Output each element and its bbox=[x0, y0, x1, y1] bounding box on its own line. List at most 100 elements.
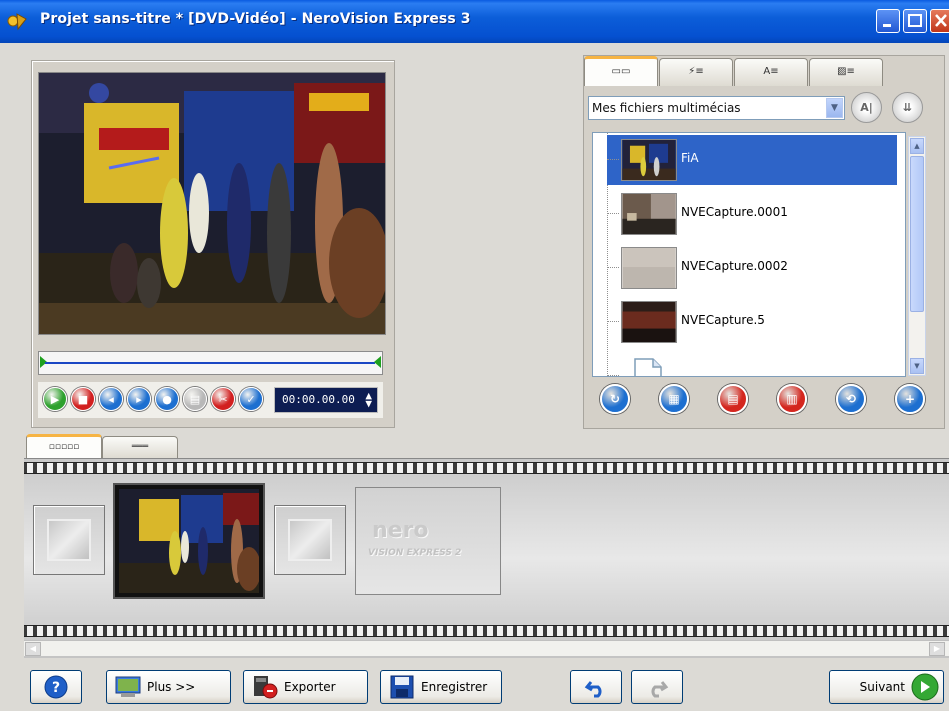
redo-button[interactable] bbox=[631, 670, 683, 704]
maximize-button[interactable] bbox=[903, 9, 927, 33]
tab-storyboard[interactable]: ▫▫▫▫▫ bbox=[26, 434, 102, 458]
film-tab-icon: ▭▭ bbox=[611, 66, 631, 77]
list-item[interactable]: NVECapture.5 bbox=[607, 297, 897, 347]
redo-icon bbox=[651, 681, 669, 698]
application-window: Projet sans-titre * [DVD-Vidéo] - NeroVi… bbox=[0, 0, 949, 711]
media-source-select[interactable]: Mes fichiers multimécias ▼ bbox=[588, 96, 845, 120]
video-preview[interactable] bbox=[38, 72, 386, 335]
tree-connector bbox=[607, 159, 619, 160]
export-button-label: Exporter bbox=[284, 680, 336, 694]
sort-alpha-button[interactable]: A| bbox=[851, 92, 882, 123]
media-action-2-icon: ▦ bbox=[668, 392, 680, 406]
playback-controls: 00:00.00.00 ▲ ▼ ▶ ■ ◂ ▸ ● ▤ ✂ ✓ bbox=[38, 382, 383, 418]
tree-connector bbox=[607, 213, 619, 214]
timeline-view-icon: ═══ bbox=[131, 442, 149, 452]
help-icon: ? bbox=[44, 675, 68, 699]
list-item[interactable]: FiA bbox=[607, 135, 897, 185]
previous-frame-icon: ◂ bbox=[108, 392, 114, 406]
scroll-down-icon[interactable]: ▼ bbox=[910, 358, 924, 374]
media-options-button[interactable]: ⇊ bbox=[892, 92, 923, 123]
media-action-5-button[interactable]: ⟲ bbox=[836, 384, 866, 414]
tab-transitions[interactable]: ▨≡ bbox=[809, 58, 883, 86]
storyboard-view-icon: ▫▫▫▫▫ bbox=[48, 442, 80, 452]
media-source-value: Mes fichiers multimécias bbox=[592, 101, 741, 115]
minimize-button[interactable] bbox=[876, 9, 900, 33]
seek-bar[interactable] bbox=[38, 351, 383, 375]
timecode-value: 00:00.00.00 bbox=[282, 393, 355, 406]
next-button-label: Suivant bbox=[859, 680, 905, 694]
more-button[interactable]: Plus >> bbox=[106, 670, 231, 704]
transition-slot[interactable] bbox=[274, 505, 346, 575]
svg-text:?: ? bbox=[52, 680, 60, 696]
clip-thumbnail bbox=[119, 489, 261, 593]
close-button[interactable] bbox=[930, 9, 949, 33]
media-actions: ↻ ▦ ▤ ▥ ⟲ + bbox=[590, 382, 938, 424]
cut-button[interactable]: ✂ bbox=[211, 387, 235, 411]
tree-connector bbox=[607, 267, 619, 268]
storyboard-tabs: ▫▫▫▫▫ ═══ bbox=[22, 434, 222, 458]
save-button-label: Enregistrer bbox=[421, 680, 488, 694]
undo-button[interactable] bbox=[570, 670, 622, 704]
media-file-list[interactable]: FiA NVECapture.0001 NVECapture.0002 NVEC… bbox=[592, 132, 906, 377]
undo-icon bbox=[584, 681, 602, 698]
horizontal-scrollbar[interactable]: ◀ ▶ bbox=[24, 640, 949, 656]
more-button-label: Plus >> bbox=[147, 680, 196, 694]
arrow-right-icon bbox=[911, 673, 939, 701]
list-item[interactable]: NVECapture.0001 bbox=[607, 189, 897, 239]
list-item[interactable]: NVECapture.0002 bbox=[607, 243, 897, 293]
storyboard-area[interactable]: nero VISION EXPRESS 2 bbox=[24, 458, 949, 658]
nero-logo: nero bbox=[372, 518, 429, 543]
tab-timeline[interactable]: ═══ bbox=[102, 436, 178, 458]
options-icon: ⇊ bbox=[902, 101, 913, 114]
media-thumbnail bbox=[621, 301, 677, 343]
confirm-button[interactable]: ✓ bbox=[239, 387, 263, 411]
storyboard-clip[interactable] bbox=[113, 483, 265, 599]
tab-effects[interactable]: ⚡≡ bbox=[659, 58, 733, 86]
media-action-6-button[interactable]: + bbox=[895, 384, 925, 414]
empty-clip-slot[interactable]: nero VISION EXPRESS 2 bbox=[355, 487, 501, 595]
next-button[interactable]: Suivant bbox=[829, 670, 944, 704]
scroll-right-icon[interactable]: ▶ bbox=[929, 642, 945, 656]
scroll-left-icon[interactable]: ◀ bbox=[25, 642, 41, 656]
previous-frame-button[interactable]: ◂ bbox=[99, 387, 123, 411]
chevron-down-icon[interactable]: ▼ bbox=[826, 98, 843, 118]
effects-tab-icon: ⚡≡ bbox=[688, 66, 704, 77]
media-action-3-button[interactable]: ▤ bbox=[718, 384, 748, 414]
list-item[interactable] bbox=[607, 351, 897, 376]
window-title: Projet sans-titre * [DVD-Vidéo] - NeroVi… bbox=[40, 11, 471, 27]
export-button[interactable]: Exporter bbox=[243, 670, 368, 704]
tree-connector bbox=[607, 321, 619, 322]
seek-end-marker[interactable] bbox=[374, 356, 381, 368]
vertical-scrollbar[interactable]: ▲ ▼ bbox=[908, 136, 926, 376]
next-frame-button[interactable]: ▸ bbox=[127, 387, 151, 411]
media-action-4-button[interactable]: ▥ bbox=[777, 384, 807, 414]
stop-button[interactable]: ■ bbox=[71, 387, 95, 411]
transition-slot[interactable] bbox=[33, 505, 105, 575]
export-icon bbox=[254, 676, 278, 699]
media-thumbnail bbox=[621, 247, 677, 289]
text-tab-icon: A≡ bbox=[763, 66, 779, 77]
scroll-thumb[interactable] bbox=[910, 156, 924, 312]
seek-track bbox=[45, 362, 375, 364]
save-button[interactable]: Enregistrer bbox=[380, 670, 502, 704]
tab-text[interactable]: A≡ bbox=[734, 58, 808, 86]
cut-icon: ✂ bbox=[218, 392, 228, 406]
media-panel: ▭▭ ⚡≡ A≡ ▨≡ Mes fichiers multimécias ▼ A… bbox=[583, 55, 945, 429]
tree-connector bbox=[607, 375, 619, 376]
scroll-up-icon[interactable]: ▲ bbox=[910, 138, 924, 154]
microphone-button[interactable]: ● bbox=[155, 387, 179, 411]
up-down-spinner-icon[interactable]: ▲ ▼ bbox=[365, 390, 372, 409]
media-action-1-button[interactable]: ↻ bbox=[600, 384, 630, 414]
tab-media[interactable]: ▭▭ bbox=[584, 56, 658, 86]
play-icon: ▶ bbox=[50, 392, 60, 406]
timecode-field[interactable]: 00:00.00.00 ▲ ▼ bbox=[274, 387, 378, 413]
film-button[interactable]: ▤ bbox=[183, 387, 207, 411]
nerovision-app-icon bbox=[7, 13, 27, 31]
play-button[interactable]: ▶ bbox=[43, 387, 67, 411]
media-action-5-icon: ⟲ bbox=[845, 392, 857, 406]
media-action-2-button[interactable]: ▦ bbox=[659, 384, 689, 414]
media-action-1-icon: ↻ bbox=[609, 392, 621, 406]
help-button[interactable]: ? bbox=[30, 670, 82, 704]
next-frame-icon: ▸ bbox=[136, 392, 142, 406]
title-bar[interactable]: Projet sans-titre * [DVD-Vidéo] - NeroVi… bbox=[0, 0, 949, 43]
